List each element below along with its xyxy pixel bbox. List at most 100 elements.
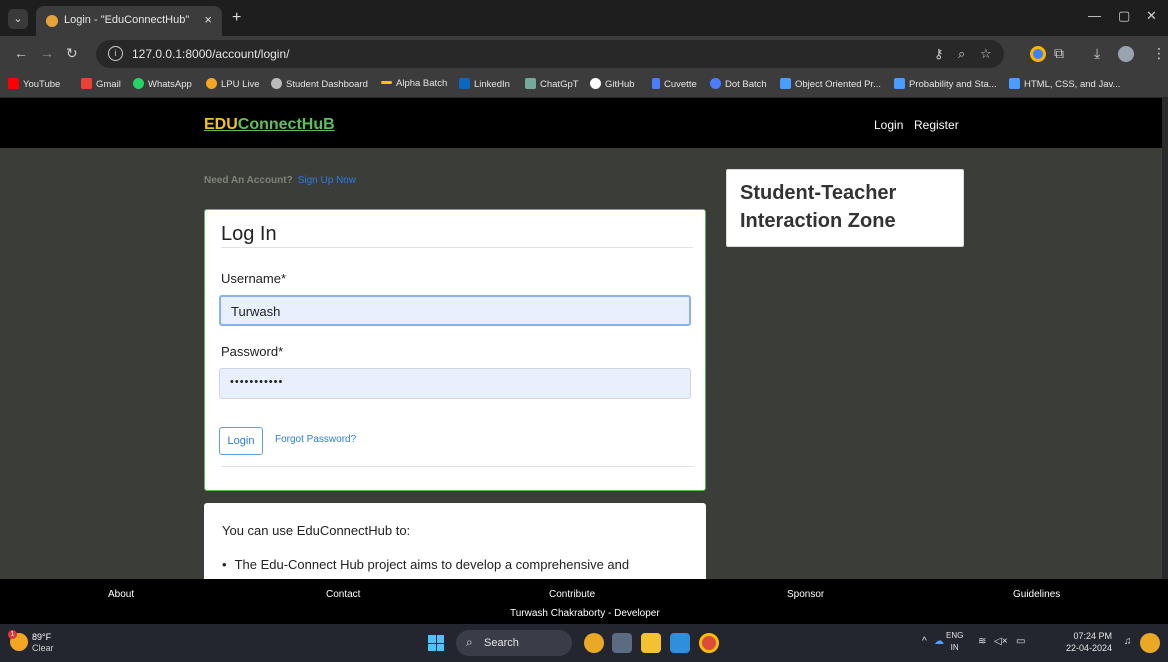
extension-icon[interactable] (1030, 46, 1046, 62)
lpu-live-icon (206, 78, 217, 89)
nav-register-link[interactable]: Register (914, 118, 959, 132)
site-logo[interactable]: EDUConnectHuB (204, 116, 335, 134)
chrome-icon[interactable] (699, 633, 719, 653)
tab-close-icon[interactable]: × (204, 12, 212, 27)
download-icon[interactable]: ⤓ (1094, 45, 1100, 62)
minimize-button[interactable]: — (1088, 8, 1101, 23)
bookmark-chatgpt[interactable]: ChatGpT (525, 78, 579, 90)
new-tab-button[interactable]: + (232, 9, 241, 27)
tray-chevron-icon[interactable]: ^ (922, 636, 927, 647)
interaction-zone-box: Student-Teacher Interaction Zone (726, 169, 964, 247)
taskbar-search-label: Search (484, 637, 519, 649)
weather-temperature[interactable]: 89°F (32, 632, 51, 642)
bookmark-lpu-live[interactable]: LPU Live (206, 78, 260, 90)
info-intro: You can use EduConnectHub to: (222, 523, 411, 538)
need-account-label: Need An Account? (204, 175, 293, 186)
username-label: Username* (221, 271, 287, 286)
globe-icon (271, 78, 282, 89)
bookmark-dot-batch[interactable]: Dot Batch (710, 78, 767, 90)
whatsapp-icon (133, 78, 144, 89)
system-clock[interactable]: 07:24 PM 22-04-2024 (1066, 630, 1112, 654)
address-bar[interactable]: i 127.0.0.1:8000/account/login/ ⚷ ⌕ ☆ (96, 40, 1004, 68)
dot-batch-icon (710, 78, 721, 89)
profile-avatar[interactable] (1118, 46, 1134, 62)
interaction-zone-title: Student-Teacher Interaction Zone (740, 182, 897, 232)
bookmark-alpha-batch[interactable]: Alpha Batch (381, 78, 447, 89)
notification-bell-icon[interactable]: ♫ (1124, 636, 1132, 647)
bookmark-probability[interactable]: Probability and Sta... (894, 78, 997, 90)
username-input[interactable]: Turwash (219, 295, 691, 326)
password-input[interactable]: ••••••••••• (219, 368, 691, 399)
menu-kebab-icon[interactable]: ⋮ (1152, 45, 1166, 62)
brand-suffix: ConnectHuB (237, 116, 335, 133)
page-scrollbar[interactable] (1162, 98, 1168, 579)
bookmark-html-css[interactable]: HTML, CSS, and Jav... (1009, 78, 1120, 90)
language-indicator[interactable]: ENG IN (946, 630, 963, 654)
bookmark-student-dashboard[interactable]: Student Dashboard (271, 78, 368, 90)
url-text[interactable]: 127.0.0.1:8000/account/login/ (132, 47, 289, 61)
extensions-puzzle-icon[interactable]: ⧉ (1054, 45, 1064, 62)
onedrive-icon[interactable]: ☁ (934, 636, 944, 647)
tab-favicon-icon (46, 15, 58, 27)
zoom-icon[interactable]: ⌕ (958, 46, 965, 62)
vscode-icon[interactable] (670, 633, 690, 653)
battery-icon[interactable]: ▭ (1016, 636, 1025, 647)
bookmark-star-icon[interactable]: ☆ (980, 46, 992, 62)
need-account-text: Need An Account? Sign Up Now (204, 175, 356, 186)
bookmark-gmail[interactable]: Gmail (81, 78, 121, 90)
footer-sponsor-link[interactable]: Sponsor (787, 589, 824, 600)
bookmark-linkedin[interactable]: LinkedIn (459, 78, 510, 90)
reload-icon[interactable]: ↻ (66, 45, 78, 62)
task-view-icon[interactable] (612, 633, 632, 653)
bookmark-label: Gmail (96, 79, 121, 90)
close-window-button[interactable]: ✕ (1146, 8, 1157, 24)
taskbar-search[interactable]: ⌕ Search (456, 630, 572, 656)
bookmark-label: Object Oriented Pr... (795, 79, 882, 90)
widgets-app-icon[interactable] (584, 633, 604, 653)
bookmark-cuvette[interactable]: Cuvette (652, 78, 697, 90)
bookmark-label: LPU Live (221, 79, 260, 90)
site-info-icon[interactable]: i (108, 46, 123, 61)
bookmark-label: HTML, CSS, and Jav... (1024, 79, 1121, 90)
bookmark-youtube[interactable]: YouTube (8, 78, 60, 90)
search-icon: ⌕ (466, 635, 473, 649)
youtube-icon (8, 78, 19, 89)
site-navbar: EDUConnectHuB Login Register (0, 98, 1162, 148)
tab-search-button[interactable]: ⌄ (8, 9, 28, 29)
course-icon (894, 78, 905, 89)
footer-contact-link[interactable]: Contact (326, 589, 360, 600)
alpha-batch-icon (381, 81, 392, 84)
bookmark-github[interactable]: GitHub (590, 78, 635, 90)
weather-description[interactable]: Clear (32, 643, 54, 653)
bookmark-whatsapp[interactable]: WhatsApp (133, 78, 192, 90)
clock-time: 07:24 PM (1073, 631, 1113, 641)
course-icon (780, 78, 791, 89)
back-arrow-icon[interactable]: ← (14, 45, 28, 61)
browser-tab[interactable]: Login - "EduConnectHub" × (36, 6, 222, 36)
password-label: Password* (221, 344, 284, 359)
file-explorer-icon[interactable] (641, 633, 661, 653)
developer-credit: Turwash Chakraborty - Developer (510, 608, 660, 619)
footer-contribute-link[interactable]: Contribute (549, 589, 595, 600)
login-button[interactable]: Login (219, 427, 263, 455)
bookmark-label: Probability and Sta... (909, 79, 997, 90)
login-title: Log In (221, 223, 277, 245)
nav-login-link[interactable]: Login (874, 118, 903, 132)
footer-about-link[interactable]: About (108, 589, 134, 600)
divider (221, 247, 693, 248)
bookmark-object-oriented[interactable]: Object Oriented Pr... (780, 78, 881, 90)
forgot-password-link[interactable]: Forgot Password? (275, 434, 356, 445)
copilot-icon[interactable] (1140, 633, 1160, 653)
password-key-icon[interactable]: ⚷ (934, 46, 944, 62)
wifi-icon[interactable]: ≋ (978, 636, 986, 647)
volume-muted-icon[interactable]: ◁× (994, 636, 1008, 647)
windows-start-icon[interactable] (428, 635, 444, 651)
region-code: IN (950, 643, 959, 652)
restore-button[interactable]: ▢ (1118, 8, 1130, 24)
footer-guidelines-link[interactable]: Guidelines (1013, 589, 1060, 600)
forward-arrow-icon[interactable]: → (40, 45, 54, 61)
login-card: Log In Username* Turwash Password* •••••… (204, 209, 706, 491)
tab-title: Login - "EduConnectHub" (64, 14, 190, 26)
site-footer: About Contact Contribute Sponsor Guideli… (0, 579, 1168, 624)
sign-up-link[interactable]: Sign Up Now (298, 175, 356, 186)
